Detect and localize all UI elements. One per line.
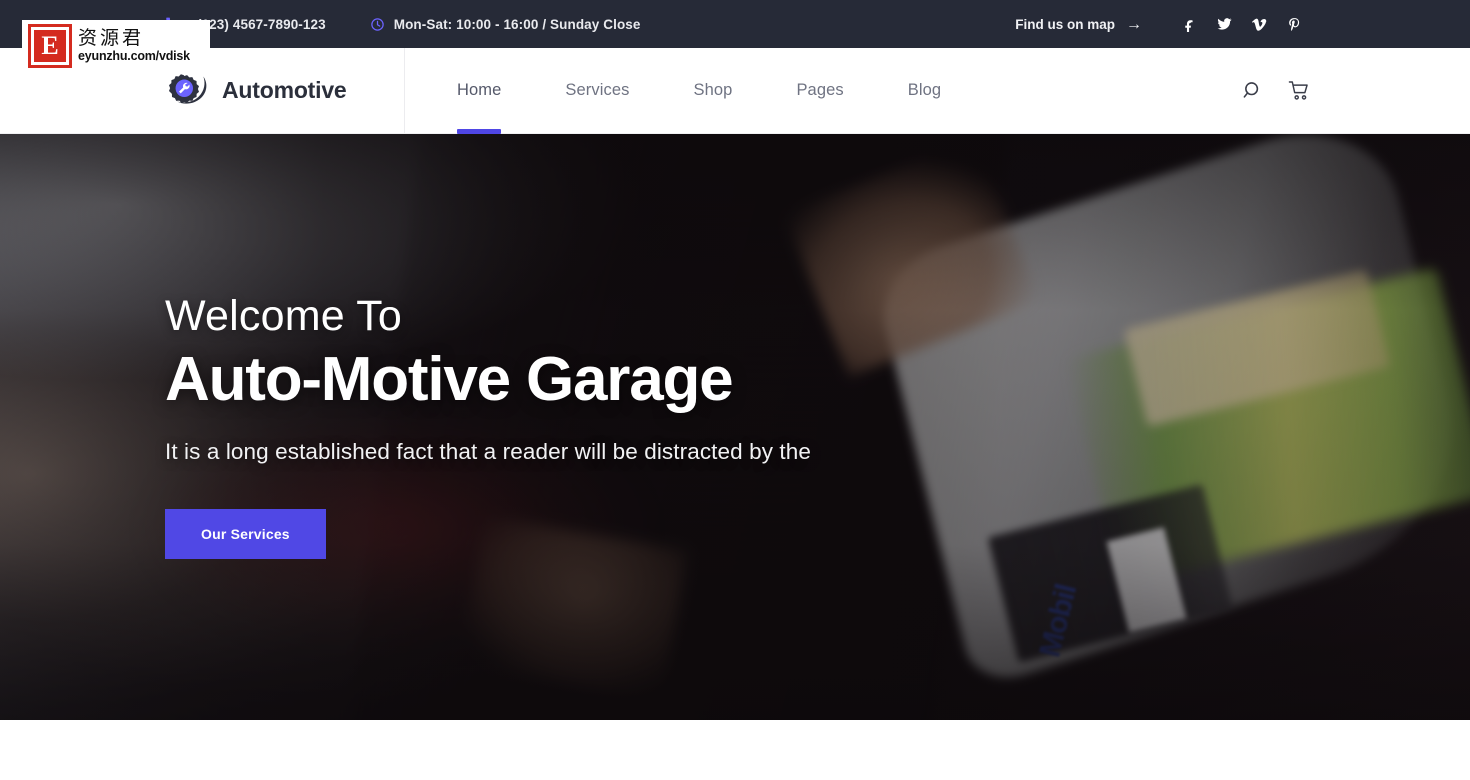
vimeo-icon[interactable]: [1252, 16, 1267, 32]
hero-subtitle: It is a long established fact that a rea…: [165, 438, 812, 464]
find-us-on-map-link[interactable]: Find us on map →: [1015, 16, 1142, 33]
nav-item-blog[interactable]: Blog: [876, 48, 973, 133]
watermark-title: 资源君: [78, 26, 145, 49]
find-us-label: Find us on map: [1015, 16, 1115, 32]
business-hours: Mon-Sat: 10:00 - 16:00 / Sunday Close: [370, 17, 641, 32]
watermark-badge-letter: E: [34, 30, 66, 62]
hours-text: Mon-Sat: 10:00 - 16:00 / Sunday Close: [393, 16, 641, 32]
nav-item-home[interactable]: Home: [457, 48, 533, 134]
hero-content: Welcome To Auto-Motive Garage It is a lo…: [0, 134, 1470, 559]
gear-wrench-logo-icon: [165, 71, 209, 111]
watermark-overlay: E 资源君 eyunzhu.com/vdisk: [22, 20, 210, 72]
header-actions: [1242, 80, 1470, 102]
top-bar-left: +(123) 4567-7890-123 Mon-Sat: 10:00 - 16…: [165, 17, 641, 32]
arrow-right-icon: →: [1126, 16, 1142, 33]
nav-label: Home: [457, 81, 502, 99]
top-bar: +(123) 4567-7890-123 Mon-Sat: 10:00 - 16…: [0, 0, 1470, 48]
nav-item-shop[interactable]: Shop: [662, 48, 765, 133]
nav-label: Pages: [796, 81, 844, 99]
nav-item-services[interactable]: Services: [533, 48, 661, 133]
hero-headline: Auto-Motive Garage: [165, 345, 734, 415]
site-header: Automotive Home Services Shop Pages Blog: [0, 48, 1470, 134]
hero-eyebrow: Welcome To: [165, 292, 403, 340]
pinterest-icon[interactable]: [1287, 16, 1302, 32]
hero-section: Mobil Welcome To Auto-Motive Garage It i…: [0, 134, 1470, 720]
our-services-button[interactable]: Our Services: [165, 508, 326, 559]
search-icon[interactable]: [1242, 80, 1264, 102]
main-navigation: Home Services Shop Pages Blog: [405, 48, 973, 134]
watermark-badge-icon: E: [28, 24, 72, 68]
nav-label: Services: [565, 81, 630, 99]
clock-icon: [370, 17, 385, 32]
twitter-icon[interactable]: [1217, 16, 1232, 32]
watermark-url: eyunzhu.com/vdisk: [78, 48, 190, 63]
brand-name: Automotive: [222, 77, 347, 103]
facebook-icon[interactable]: [1182, 16, 1197, 32]
nav-item-pages[interactable]: Pages: [764, 48, 875, 133]
watermark-text: 资源君 eyunzhu.com/vdisk: [78, 26, 190, 64]
nav-label: Shop: [693, 81, 733, 99]
nav-label: Blog: [907, 81, 942, 99]
top-bar-right: Find us on map →: [1015, 16, 1302, 33]
social-links: [1182, 16, 1302, 32]
shopping-cart-icon[interactable]: [1288, 80, 1310, 102]
